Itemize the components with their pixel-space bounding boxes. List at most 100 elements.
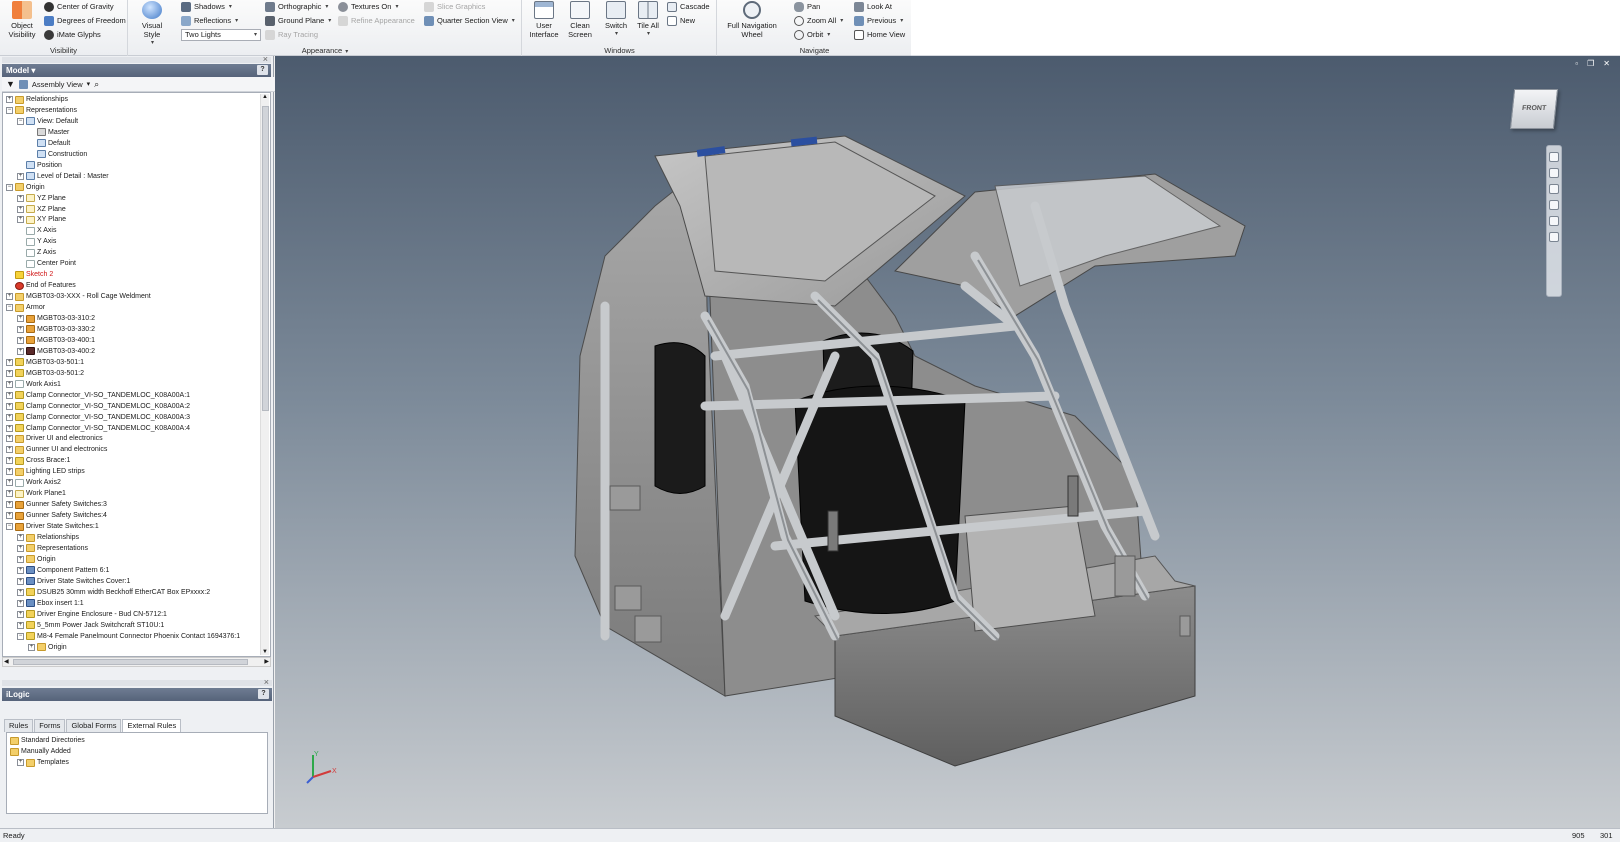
orbit-icon[interactable] — [1549, 200, 1559, 210]
tree-vertical-scrollbar[interactable]: ▲ ▼ — [260, 94, 269, 655]
slice-graphics-button[interactable]: Slice Graphics — [424, 0, 485, 13]
expand-icon[interactable]: + — [17, 205, 24, 213]
user-interface-button[interactable]: User Interface — [527, 1, 561, 39]
expand-icon[interactable]: + — [17, 588, 24, 596]
expand-icon[interactable]: + — [17, 599, 24, 607]
tree-item[interactable]: + Ebox insert 1:1 — [17, 598, 84, 609]
expand-icon[interactable]: + — [6, 413, 13, 421]
tree-item[interactable]: + DSUB25 30mm width Beckhoff EtherCAT Box… — [17, 587, 210, 598]
tree-item[interactable]: Center Point — [17, 258, 76, 269]
tree-item[interactable]: + Cross Brace:1 — [6, 455, 70, 466]
expand-icon[interactable]: + — [17, 336, 24, 344]
full-navigation-wheel-button[interactable]: Full Navigation Wheel — [724, 1, 780, 39]
tree-item[interactable]: + Gunner Safety Switches:4 — [6, 510, 107, 521]
tree-item[interactable]: + MGBT03-03-501:1 — [6, 357, 84, 368]
tree-item[interactable]: + MGBT03-03-330:2 — [17, 324, 95, 335]
expand-icon[interactable]: + — [17, 216, 24, 224]
clean-screen-button[interactable]: Clean Screen — [563, 1, 597, 39]
panel-splitter-bottom[interactable]: × — [2, 677, 272, 687]
refine-appearance-button[interactable]: Refine Appearance — [338, 14, 415, 27]
tree-item[interactable]: + MGBT03-03-400:2 — [17, 346, 95, 357]
tree-item[interactable]: Default — [28, 138, 70, 149]
lighting-style-select[interactable]: Two Lights ▾ — [181, 29, 261, 41]
collapse-icon[interactable]: − — [17, 632, 24, 640]
filter-icon[interactable]: ▼ — [6, 79, 15, 89]
tree-item[interactable]: + Lighting LED strips — [6, 466, 85, 477]
tree-item[interactable]: + Gunner Safety Switches:3 — [6, 499, 107, 510]
collapse-icon[interactable]: − — [6, 304, 13, 312]
expand-icon[interactable]: + — [6, 446, 13, 454]
expand-icon[interactable]: + — [6, 435, 13, 443]
tree-item[interactable]: + Work Plane1 — [6, 488, 66, 499]
scroll-left-icon[interactable]: ◀ — [4, 658, 9, 665]
ground-plane-button[interactable]: Ground Plane ▾ — [265, 14, 331, 27]
switch-button[interactable]: Switch ▾ — [601, 1, 631, 39]
expand-icon[interactable]: + — [6, 512, 13, 520]
expand-icon[interactable]: + — [17, 610, 24, 618]
tree-item[interactable]: + Origin — [28, 642, 67, 653]
expand-icon[interactable]: + — [6, 380, 13, 388]
tree-item[interactable]: + Driver State Switches Cover:1 — [17, 576, 130, 587]
scroll-down-icon[interactable]: ▼ — [262, 649, 268, 655]
look-at-button[interactable]: Look At — [854, 0, 892, 13]
expand-icon[interactable]: + — [6, 402, 13, 410]
tree-item[interactable]: + Component Pattern 6:1 — [17, 565, 109, 576]
tree-item[interactable]: − Representations — [6, 105, 77, 116]
tile-all-button[interactable]: Tile All ▾ — [633, 1, 663, 39]
tree-item[interactable]: − Armor — [6, 302, 45, 313]
tree-hscroll-thumb[interactable] — [13, 659, 248, 665]
scroll-right-icon[interactable]: ▶ — [264, 658, 269, 665]
quarter-section-view-button[interactable]: Quarter Section View ▾ — [424, 14, 515, 27]
tree-item[interactable]: + YZ Plane — [17, 193, 66, 204]
help-icon[interactable]: ? — [257, 65, 268, 75]
imate-glyphs-button[interactable]: iMate Glyphs — [44, 28, 101, 41]
orthographic-button[interactable]: Orthographic ▾ — [265, 0, 328, 13]
view-mode-label[interactable]: Assembly View — [32, 80, 83, 89]
pan-button[interactable]: Pan — [794, 0, 820, 13]
home-view-button[interactable]: Home View — [854, 28, 905, 41]
ilogic-list-item[interactable]: + Templates — [17, 757, 69, 768]
expand-icon[interactable]: + — [6, 490, 13, 498]
tree-item[interactable]: + Driver Engine Enclosure - Bud CN-5712:1 — [17, 609, 167, 620]
expand-icon[interactable]: + — [6, 391, 13, 399]
close-icon[interactable]: × — [264, 677, 269, 687]
ilogic-tab[interactable]: Global Forms — [66, 719, 122, 732]
help-icon[interactable]: ? — [258, 689, 269, 699]
expand-icon[interactable]: + — [6, 501, 13, 509]
center-of-gravity-button[interactable]: Center of Gravity — [44, 0, 114, 13]
tree-item[interactable]: + Relationships — [6, 94, 68, 105]
expand-icon[interactable]: + — [28, 643, 35, 651]
ray-tracing-button[interactable]: Ray Tracing — [265, 28, 318, 41]
ilogic-list-item[interactable]: Manually Added — [10, 746, 71, 757]
new-window-button[interactable]: New — [667, 14, 695, 27]
collapse-icon[interactable]: − — [17, 117, 24, 125]
visual-style-button[interactable]: Visual Style ▾ — [133, 1, 171, 48]
tree-item[interactable]: Position — [17, 160, 62, 171]
tree-item[interactable]: + Driver UI and electronics — [6, 433, 103, 444]
scroll-up-icon[interactable]: ▲ — [262, 94, 268, 100]
cascade-button[interactable]: Cascade — [667, 0, 710, 13]
tree-item[interactable]: − View: Default — [17, 116, 78, 127]
expand-icon[interactable]: + — [17, 759, 24, 766]
expand-icon[interactable]: + — [6, 369, 13, 377]
expand-icon[interactable]: + — [17, 172, 24, 180]
tree-item[interactable]: + Work Axis2 — [6, 477, 61, 488]
ilogic-tab[interactable]: Rules — [4, 719, 34, 732]
tree-scroll-thumb[interactable] — [262, 106, 269, 411]
tree-item[interactable]: Sketch 2 — [6, 269, 53, 280]
tree-item[interactable]: − Driver State Switches:1 — [6, 521, 99, 532]
expand-icon[interactable]: + — [17, 315, 24, 322]
expand-icon[interactable]: + — [17, 621, 24, 629]
tree-item[interactable]: + Origin — [17, 554, 56, 565]
expand-icon[interactable]: + — [17, 534, 24, 541]
pan-icon[interactable] — [1549, 168, 1559, 178]
tree-item[interactable]: + Clamp Connector_VI-SO_TANDEMLOC_K08A00A… — [6, 412, 190, 423]
ilogic-tab[interactable]: Forms — [34, 719, 66, 732]
tree-item[interactable]: + XY Plane — [17, 214, 66, 225]
tree-item[interactable]: Master — [28, 127, 69, 138]
tree-item[interactable]: Construction — [28, 149, 87, 160]
navigation-bar-customize-icon[interactable] — [1549, 232, 1559, 242]
appearance-group-title[interactable]: Appearance ▾ — [129, 46, 521, 55]
textures-on-button[interactable]: Textures On ▾ — [338, 0, 398, 13]
expand-icon[interactable]: + — [17, 194, 24, 202]
